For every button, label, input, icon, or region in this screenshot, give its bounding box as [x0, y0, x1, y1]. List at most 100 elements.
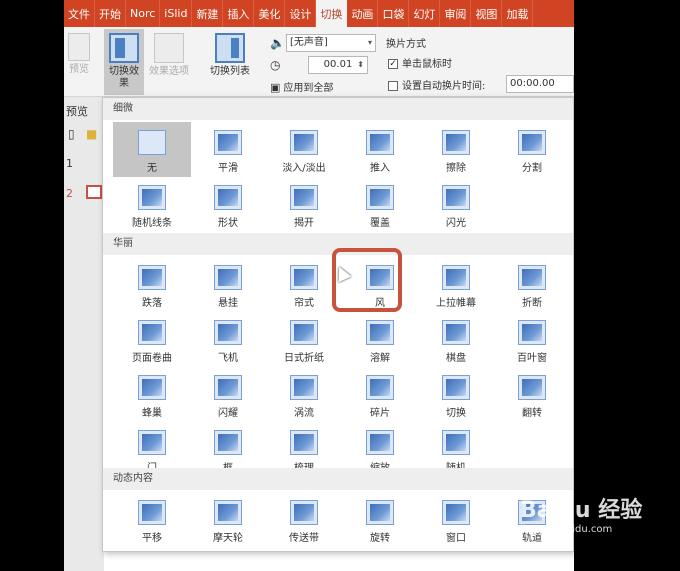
transition-item[interactable]: 随机线条 [113, 177, 191, 232]
clock-icon: ◷ [270, 58, 281, 72]
on-click-option[interactable]: ✓ 单击鼠标时 [388, 55, 452, 70]
transition-thumbnail-icon [366, 430, 394, 455]
transition-thumbnail-icon [214, 265, 242, 290]
transition-label: 切换 [446, 408, 466, 419]
new-file-icon[interactable]: ▯ [68, 127, 75, 141]
transition-thumbnail-icon [518, 375, 546, 400]
transition-item[interactable]: 蜂巢 [113, 367, 191, 422]
transition-thumbnail-icon [442, 130, 470, 155]
tab-6[interactable]: 美化 [254, 0, 286, 27]
transition-item[interactable]: 覆盖 [341, 177, 419, 232]
auto-advance-checkbox[interactable] [388, 81, 398, 91]
tab-4[interactable]: 新建 [192, 0, 224, 27]
gallery-section-2: 动态内容 [103, 468, 573, 490]
preview-heading: 预览 [66, 105, 88, 118]
tab-2[interactable]: Norc [126, 0, 161, 27]
transition-item[interactable]: 推入 [341, 122, 419, 177]
on-click-checkbox[interactable]: ✓ [388, 59, 398, 69]
transition-item[interactable]: 淡入/淡出 [265, 122, 343, 177]
transition-list-button[interactable]: 切换列表 [204, 33, 256, 78]
transition-thumbnail-icon [290, 265, 318, 290]
transition-item[interactable]: 翻转 [493, 367, 571, 422]
transition-item[interactable]: 窗口 [417, 492, 495, 547]
chevron-down-icon: ▾ [367, 38, 372, 47]
tab-8[interactable]: 切换 [316, 0, 348, 27]
apply-all-icon: ▣ [270, 81, 281, 94]
transition-label: 飞机 [218, 353, 238, 364]
auto-advance-option[interactable]: 设置自动换片时间: [388, 77, 485, 92]
transition-item[interactable]: 悬挂 [189, 257, 267, 312]
transition-item[interactable]: 平滑 [189, 122, 267, 177]
tab-1[interactable]: 开始 [95, 0, 126, 27]
tab-14[interactable]: 加载 [502, 0, 534, 27]
preview-button[interactable]: 预览 [64, 33, 94, 76]
transition-label: 上拉帷幕 [436, 298, 476, 309]
transition-item[interactable]: 页面卷曲 [113, 312, 191, 367]
transition-thumbnail-icon [214, 185, 242, 210]
tab-13[interactable]: 视图 [471, 0, 503, 27]
transition-item[interactable]: 跌落 [113, 257, 191, 312]
transition-item[interactable]: 折断 [493, 257, 571, 312]
transition-item[interactable]: 日式折纸 [265, 312, 343, 367]
transition-label: 日式折纸 [284, 353, 324, 364]
tab-11[interactable]: 幻灯 [409, 0, 441, 27]
transition-thumbnail-icon [442, 430, 470, 455]
transition-item[interactable]: 切换 [417, 367, 495, 422]
transition-item[interactable]: 闪光 [417, 177, 495, 232]
transition-thumbnail-icon [442, 500, 470, 525]
effect-options-button[interactable]: 效果选项 [146, 33, 192, 78]
advance-slide-title: 换片方式 [386, 39, 426, 50]
transition-effect-button[interactable]: 切换效 果 [104, 29, 144, 95]
transition-item[interactable]: 无 [113, 122, 191, 177]
auto-advance-time[interactable]: 00:00.00 [506, 75, 574, 93]
transition-label: 闪光 [446, 218, 466, 229]
tab-10[interactable]: 口袋 [378, 0, 410, 27]
tab-0[interactable]: 文件 [64, 0, 95, 27]
transition-item[interactable]: 形状 [189, 177, 267, 232]
transition-thumbnail-icon [214, 500, 242, 525]
transition-thumbnail-icon [366, 320, 394, 345]
transition-item[interactable]: 棋盘 [417, 312, 495, 367]
folder-icon[interactable]: ■ [86, 127, 97, 141]
transition-thumbnail-icon [138, 265, 166, 290]
apply-to-all-button[interactable]: ▣ 应用到全部 [270, 79, 333, 94]
transition-label: 闪耀 [218, 408, 238, 419]
transition-item[interactable]: 百叶窗 [493, 312, 571, 367]
transition-item[interactable]: 揭开 [265, 177, 343, 232]
transition-label: 平滑 [218, 163, 238, 174]
transition-thumbnail-icon [518, 130, 546, 155]
slide-thumbnail-2[interactable] [86, 185, 102, 199]
transition-thumbnail-icon [442, 265, 470, 290]
transition-item[interactable]: 擦除 [417, 122, 495, 177]
transition-label: 帘式 [294, 298, 314, 309]
transition-item[interactable]: 溶解 [341, 312, 419, 367]
tab-12[interactable]: 审阅 [440, 0, 472, 27]
transition-item[interactable]: 碎片 [341, 367, 419, 422]
transition-item[interactable]: 旋转 [341, 492, 419, 547]
transition-item[interactable]: 涡流 [265, 367, 343, 422]
tab-3[interactable]: iSlid [160, 0, 193, 27]
transition-thumbnail-icon [366, 500, 394, 525]
transition-label: 摩天轮 [213, 533, 243, 544]
transition-thumbnail-icon [138, 500, 166, 525]
transition-thumbnail-icon [138, 320, 166, 345]
sound-select[interactable]: [无声音] ▾ [286, 34, 376, 52]
ribbon-tab-bar: 文件 开始 Norc iSlid 新建 插入 美化 设计 切换 动画 口袋 幻灯 审阅 视图 加载 [64, 0, 574, 27]
transition-item[interactable]: 平移 [113, 492, 191, 547]
tab-5[interactable]: 插入 [223, 0, 255, 27]
tab-9[interactable]: 动画 [347, 0, 379, 27]
transition-item[interactable]: 闪耀 [189, 367, 267, 422]
transition-thumbnail-icon [518, 265, 546, 290]
transition-item[interactable]: 分割 [493, 122, 571, 177]
effect-options-icon [154, 33, 184, 63]
transition-item[interactable]: 上拉帷幕 [417, 257, 495, 312]
transition-thumbnail-icon [290, 130, 318, 155]
transition-thumbnail-icon [366, 185, 394, 210]
transition-item[interactable]: 摩天轮 [189, 492, 267, 547]
transition-effect-label: 切换效 果 [109, 66, 139, 89]
duration-field[interactable]: 00.01 ⬍ [308, 56, 368, 74]
tab-7[interactable]: 设计 [285, 0, 317, 27]
transition-thumbnail-icon [518, 320, 546, 345]
transition-item[interactable]: 飞机 [189, 312, 267, 367]
transition-item[interactable]: 传送带 [265, 492, 343, 547]
